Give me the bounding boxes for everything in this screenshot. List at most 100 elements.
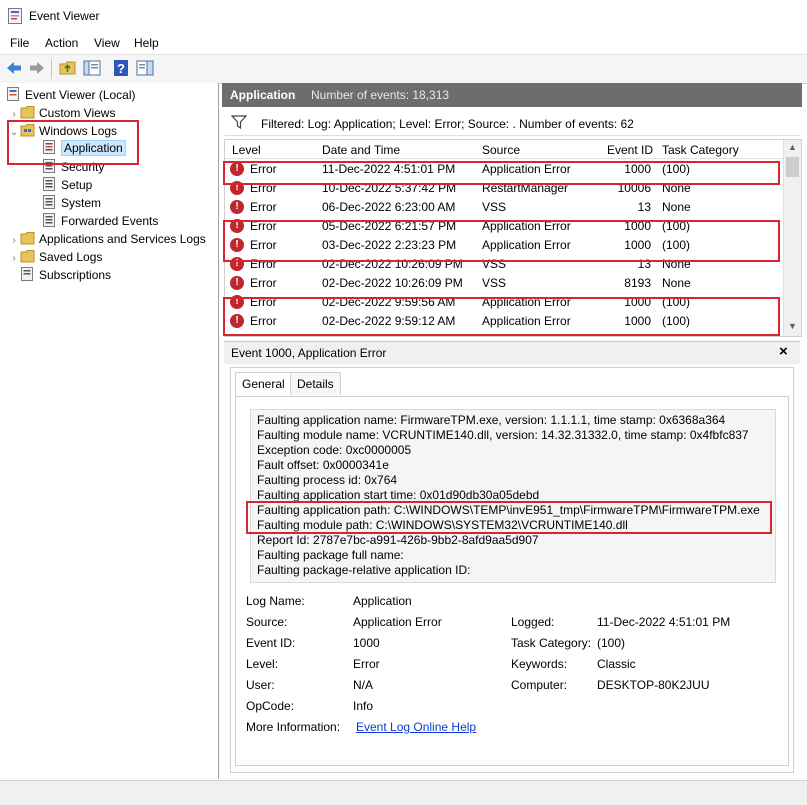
menu-view[interactable]: View [94, 36, 120, 50]
menu-action[interactable]: Action [45, 36, 78, 50]
tree-item-application[interactable]: Application [42, 139, 126, 157]
vertical-scrollbar[interactable]: ▲ ▼ [783, 140, 801, 336]
folder-icon [20, 106, 35, 119]
tree-item-label: Event Viewer (Local) [25, 88, 136, 102]
description-line: Faulting package-relative application ID… [257, 563, 471, 577]
tree-item-system[interactable]: System [42, 194, 101, 212]
table-row[interactable]: ! Error 11-Dec-2022 4:51:01 PM Application … [225, 160, 783, 179]
chevron-right-icon[interactable]: › [8, 250, 20, 268]
table-row[interactable]: ! Error 02-Dec-2022 9:59:56 AM Application … [225, 293, 783, 312]
tree-item-custom-views[interactable]: › Custom Views [8, 104, 115, 122]
pane-title: Application [230, 88, 296, 102]
action-pane-icon[interactable] [135, 58, 155, 78]
source-label: Source: [246, 615, 288, 629]
menu-bar: File Action View Help [0, 32, 807, 54]
table-row[interactable]: ! Error 02-Dec-2022 10:26:09 PM VSS 13 None [225, 255, 783, 274]
cell-event-id: 8193 [624, 276, 651, 290]
cell-task-category: (100) [662, 162, 691, 176]
event-viewer-icon [7, 87, 19, 101]
tree-item-applications-and-services-logs[interactable]: › Applications and Services Logs [8, 230, 206, 248]
cell-source: VSS [482, 276, 507, 290]
description-line: Faulting application path: C:\WINDOWS\TE… [257, 503, 760, 517]
cell-date-time: 05-Dec-2022 6:21:57 PM [322, 219, 457, 233]
menu-file[interactable]: File [10, 36, 29, 50]
cell-date-time: 11-Dec-2022 4:51:01 PM [322, 162, 456, 176]
folder-up-icon[interactable] [58, 58, 78, 78]
tree-item-windows-logs[interactable]: ⌄ Windows Logs [8, 122, 117, 140]
source-value: Application Error [353, 615, 442, 629]
filter-text: Filtered: Log: Application; Level: Error… [261, 117, 634, 131]
cell-date-time: 02-Dec-2022 10:26:09 PM [322, 276, 463, 290]
column-header-task-category[interactable]: Task Category [662, 143, 739, 157]
tree-item-setup[interactable]: Setup [42, 176, 92, 194]
cell-level: Error [250, 162, 277, 176]
tree-item-label: Applications and Services Logs [39, 232, 206, 246]
table-row[interactable]: ! Error 02-Dec-2022 9:59:12 AM Application … [225, 312, 783, 331]
opcode-label: OpCode: [246, 699, 295, 713]
log-icon [43, 195, 55, 209]
help-icon[interactable]: ? [111, 58, 131, 78]
tree-item-event-viewer-local[interactable]: Event Viewer (Local) [6, 86, 136, 104]
log-name-label: Log Name: [246, 594, 305, 608]
tree-item-subscriptions[interactable]: Subscriptions [20, 266, 111, 284]
event-log-online-help-link[interactable]: Event Log Online Help [356, 720, 476, 734]
cell-level: Error [250, 314, 277, 328]
event-detail-header: Event 1000, Application Error × [224, 341, 800, 364]
results-pane: Application Number of events: 18,313 Fil… [222, 83, 805, 779]
opcode-value: Info [353, 699, 374, 713]
table-row[interactable]: ! Error 03-Dec-2022 2:23:23 PM Application … [225, 236, 783, 255]
error-icon: ! [230, 314, 244, 328]
tree-item-saved-logs[interactable]: › Saved Logs [8, 248, 102, 266]
table-row[interactable]: ! Error 06-Dec-2022 6:23:00 AM VSS 13 None [225, 198, 783, 217]
event-detail-body: General Details Faulting application nam… [230, 367, 794, 773]
cell-level: Error [250, 181, 277, 195]
cell-source: RestartManager [482, 181, 569, 195]
error-icon: ! [230, 181, 244, 195]
cell-date-time: 10-Dec-2022 5:37:42 PM [322, 181, 457, 195]
description-line: Exception code: 0xc0000005 [257, 443, 412, 457]
level-label: Level: [246, 657, 279, 671]
back-arrow-icon[interactable] [4, 58, 24, 78]
menu-help[interactable]: Help [134, 36, 159, 50]
log-icon [43, 140, 55, 154]
cell-event-id: 1000 [624, 162, 651, 176]
cell-date-time: 02-Dec-2022 10:26:09 PM [322, 257, 463, 271]
tree-item-label: Application [61, 140, 126, 156]
column-header-level[interactable]: Level [232, 143, 261, 157]
scrollbar-thumb[interactable] [786, 157, 799, 177]
chevron-down-icon[interactable]: ⌄ [8, 124, 20, 142]
cell-level: Error [250, 276, 277, 290]
cell-level: Error [250, 219, 277, 233]
show-hide-tree-icon[interactable] [82, 58, 102, 78]
table-row[interactable]: ! Error 10-Dec-2022 5:37:42 PM RestartManag… [225, 179, 783, 198]
forward-arrow-icon[interactable] [27, 58, 47, 78]
cell-date-time: 02-Dec-2022 9:59:56 AM [322, 295, 456, 309]
column-header-event-id[interactable]: Event ID [607, 143, 653, 157]
cell-date-time: 03-Dec-2022 2:23:23 PM [322, 238, 457, 252]
table-row[interactable]: ! Error 02-Dec-2022 10:26:09 PM VSS 8193 None [225, 274, 783, 293]
user-value: N/A [353, 678, 374, 692]
subscriptions-icon [21, 267, 33, 281]
tree-item-forwarded-events[interactable]: Forwarded Events [42, 212, 158, 230]
filter-funnel-icon [231, 115, 247, 129]
table-row[interactable]: ! Error 05-Dec-2022 6:21:57 PM Application … [225, 217, 783, 236]
column-header-date-time[interactable]: Date and Time [322, 143, 400, 157]
description-line: Faulting application name: FirmwareTPM.e… [257, 413, 726, 427]
column-header-source[interactable]: Source [482, 143, 520, 157]
toolbar-separator [51, 59, 52, 79]
description-line: Faulting module name: VCRUNTIME140.dll, … [257, 428, 749, 442]
scroll-down-arrow-icon[interactable]: ▼ [788, 321, 797, 331]
event-description[interactable]: Faulting application name: FirmwareTPM.e… [250, 409, 776, 583]
description-line: Fault offset: 0x0000341e [257, 458, 389, 472]
pane-header: Application Number of events: 18,313 [222, 83, 802, 107]
event-id-value: 1000 [353, 636, 380, 650]
tab-details[interactable]: Details [290, 372, 341, 395]
close-icon[interactable]: × [779, 343, 788, 360]
description-line: Faulting application start time: 0x01d90… [257, 488, 540, 502]
folder-icon [20, 250, 35, 263]
table-header: Level Date and Time Source Event ID Task… [225, 140, 783, 159]
scroll-up-arrow-icon[interactable]: ▲ [788, 142, 797, 152]
tab-general[interactable]: General [235, 372, 292, 397]
filter-bar: Filtered: Log: Application; Level: Error… [224, 111, 800, 136]
tree-item-security[interactable]: Security [42, 158, 104, 176]
